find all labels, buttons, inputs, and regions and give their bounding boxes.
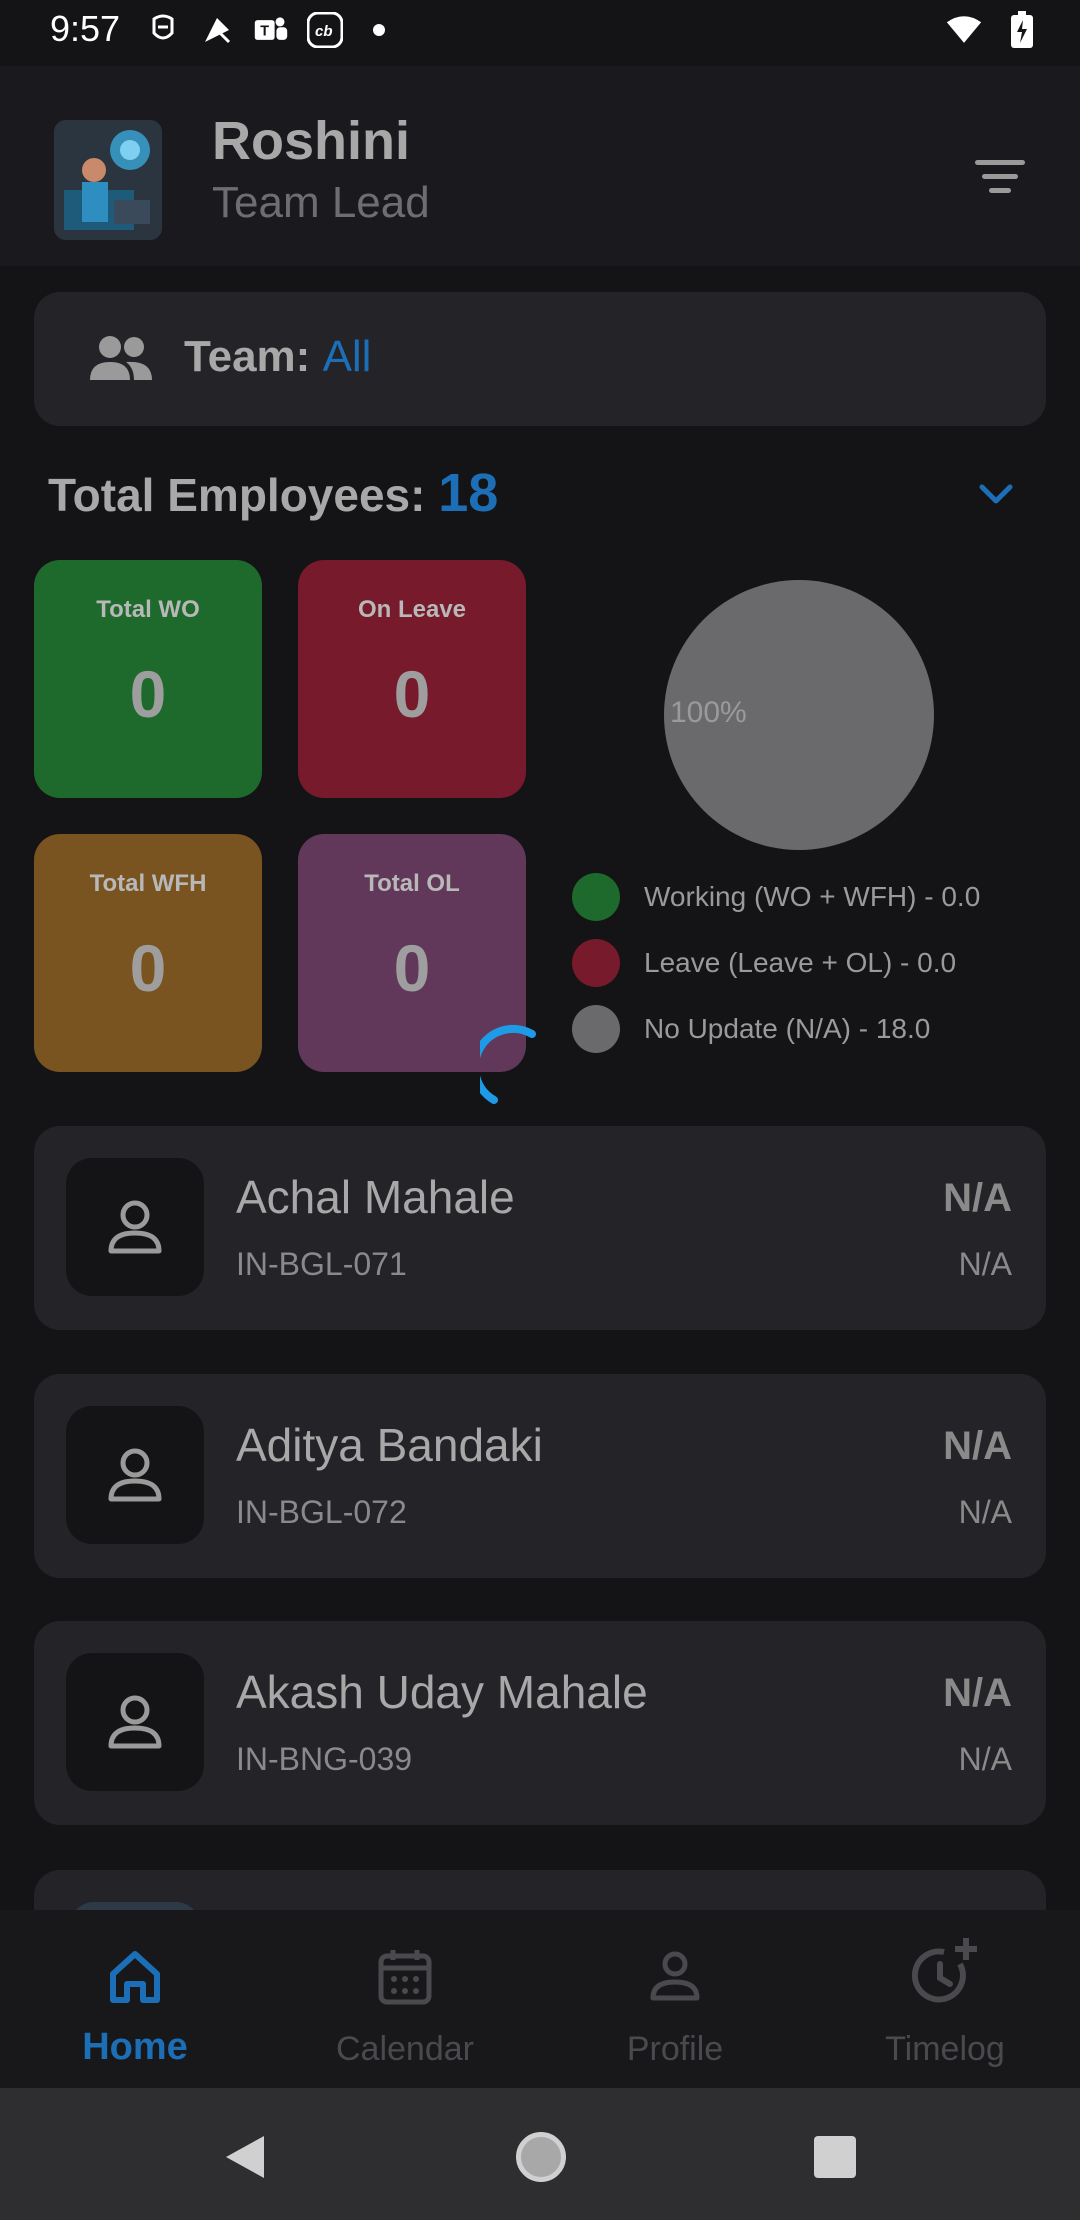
wifi-icon <box>946 12 982 48</box>
team-label-text: Team: <box>184 332 311 381</box>
chevron-down-icon[interactable] <box>972 470 1020 518</box>
total-employees-count: 18 <box>438 463 499 523</box>
employee-substatus: N/A <box>958 1741 1012 1777</box>
tile-value: 0 <box>393 931 431 1005</box>
tile-label: Total WFH <box>89 870 207 897</box>
employee-name: Akash Uday Mahale <box>236 1666 648 1718</box>
nav-timelog[interactable]: Timelog <box>810 1930 1080 2080</box>
back-icon[interactable] <box>222 2132 268 2182</box>
employee-id: IN-BGL-072 <box>236 1494 407 1530</box>
calendar-icon <box>378 1950 432 2005</box>
employee-substatus: N/A <box>958 1494 1012 1530</box>
svg-text:T: T <box>260 23 269 39</box>
nav-label: Timelog <box>885 2030 1005 2068</box>
home-button-icon[interactable] <box>516 2132 566 2182</box>
nav-label: Calendar <box>336 2030 474 2068</box>
timelog-icon <box>911 1938 977 2003</box>
pie-percent-label: 100% <box>670 696 747 729</box>
system-navigation-bar <box>0 2088 1080 2220</box>
app-header: Roshini Team Lead <box>0 66 1080 266</box>
employee-name: Achal Mahale <box>236 1171 515 1223</box>
team-selector[interactable]: Team: All <box>34 292 1046 426</box>
legend-item-leave: Leave (Leave + OL) - 0.0 <box>572 930 980 996</box>
tile-label: Total OL <box>364 870 460 897</box>
employee-name: Aditya Bandaki <box>236 1419 543 1471</box>
home-icon <box>110 1951 160 2003</box>
avatar[interactable] <box>54 120 162 240</box>
tile-label: Total WO <box>96 596 200 623</box>
legend-dot <box>572 1005 620 1053</box>
kite-icon <box>199 12 235 48</box>
team-value: All <box>322 332 372 381</box>
legend-dot <box>572 939 620 987</box>
employee-avatar <box>66 1653 204 1791</box>
nav-calendar[interactable]: Calendar <box>270 1930 540 2080</box>
person-icon <box>108 1448 162 1502</box>
pie-slice-no-update: 100% <box>664 580 934 850</box>
employee-card[interactable]: Aditya Bandaki IN-BGL-072 N/A N/A <box>34 1374 1046 1578</box>
notification-dot-icon <box>361 12 397 48</box>
employee-status: N/A <box>943 1671 1012 1715</box>
employee-id: IN-BNG-039 <box>236 1741 413 1777</box>
tile-value: 0 <box>393 657 431 731</box>
battery-charging-icon <box>1004 11 1040 48</box>
employee-status: N/A <box>943 1176 1012 1220</box>
legend-text: No Update (N/A) - 18.0 <box>644 1013 931 1044</box>
legend-text: Working (WO + WFH) - 0.0 <box>644 881 981 912</box>
person-icon <box>108 1695 162 1749</box>
employee-avatar <box>70 1902 200 1910</box>
legend-item-no-update: No Update (N/A) - 18.0 <box>572 996 980 1062</box>
employee-card[interactable]: Akash Uday Mahale IN-BNG-039 N/A N/A <box>34 1621 1046 1825</box>
status-bar: 9:57 T cb <box>0 0 1080 66</box>
chart-legend: Working (WO + WFH) - 0.0 Leave (Leave + … <box>572 864 980 1062</box>
group-icon <box>88 334 154 386</box>
recent-apps-icon[interactable] <box>814 2136 856 2178</box>
employee-card[interactable]: Achal Mahale IN-BGL-071 N/A N/A <box>34 1126 1046 1330</box>
employee-id: IN-BGL-071 <box>236 1246 407 1282</box>
loading-spinner-icon <box>480 1024 536 1104</box>
user-name: Roshini <box>212 111 410 171</box>
svg-text:cb: cb <box>315 23 333 40</box>
person-icon <box>108 1200 162 1254</box>
nav-label: Profile <box>626 2030 724 2068</box>
cb-icon: cb <box>307 12 343 48</box>
filter-button[interactable] <box>970 146 1030 206</box>
tile-total-wo[interactable]: Total WO 0 <box>34 560 262 798</box>
employee-avatar <box>66 1158 204 1296</box>
legend-item-working: Working (WO + WFH) - 0.0 <box>572 864 980 930</box>
bottom-navigation: Home Calendar Profile Timelog <box>0 1910 1080 2088</box>
teams-icon: T <box>253 12 289 48</box>
team-label: Team: All <box>184 332 371 382</box>
tile-value: 0 <box>129 931 167 1005</box>
employee-card[interactable] <box>34 1870 1046 1910</box>
tile-total-wfh[interactable]: Total WFH 0 <box>34 834 262 1072</box>
profile-icon <box>650 1951 700 2001</box>
total-employees-label: Total Employees: <box>48 469 426 521</box>
user-role: Team Lead <box>212 178 430 227</box>
employee-status: N/A <box>943 1424 1012 1468</box>
tile-value: 0 <box>129 657 167 731</box>
legend-dot <box>572 873 620 921</box>
nav-profile[interactable]: Profile <box>540 1930 810 2080</box>
nav-label: Home <box>82 2026 188 2068</box>
legend-text: Leave (Leave + OL) - 0.0 <box>644 947 957 978</box>
tile-on-leave[interactable]: On Leave 0 <box>298 560 526 798</box>
total-employees: Total Employees: 18 <box>48 462 498 524</box>
nav-home[interactable]: Home <box>0 1930 270 2080</box>
employee-avatar <box>66 1406 204 1544</box>
filter-icon <box>975 159 1025 165</box>
employee-substatus: N/A <box>958 1246 1012 1282</box>
quick-share-icon <box>145 12 181 48</box>
status-time: 9:57 <box>50 8 121 49</box>
tile-label: On Leave <box>357 596 467 623</box>
